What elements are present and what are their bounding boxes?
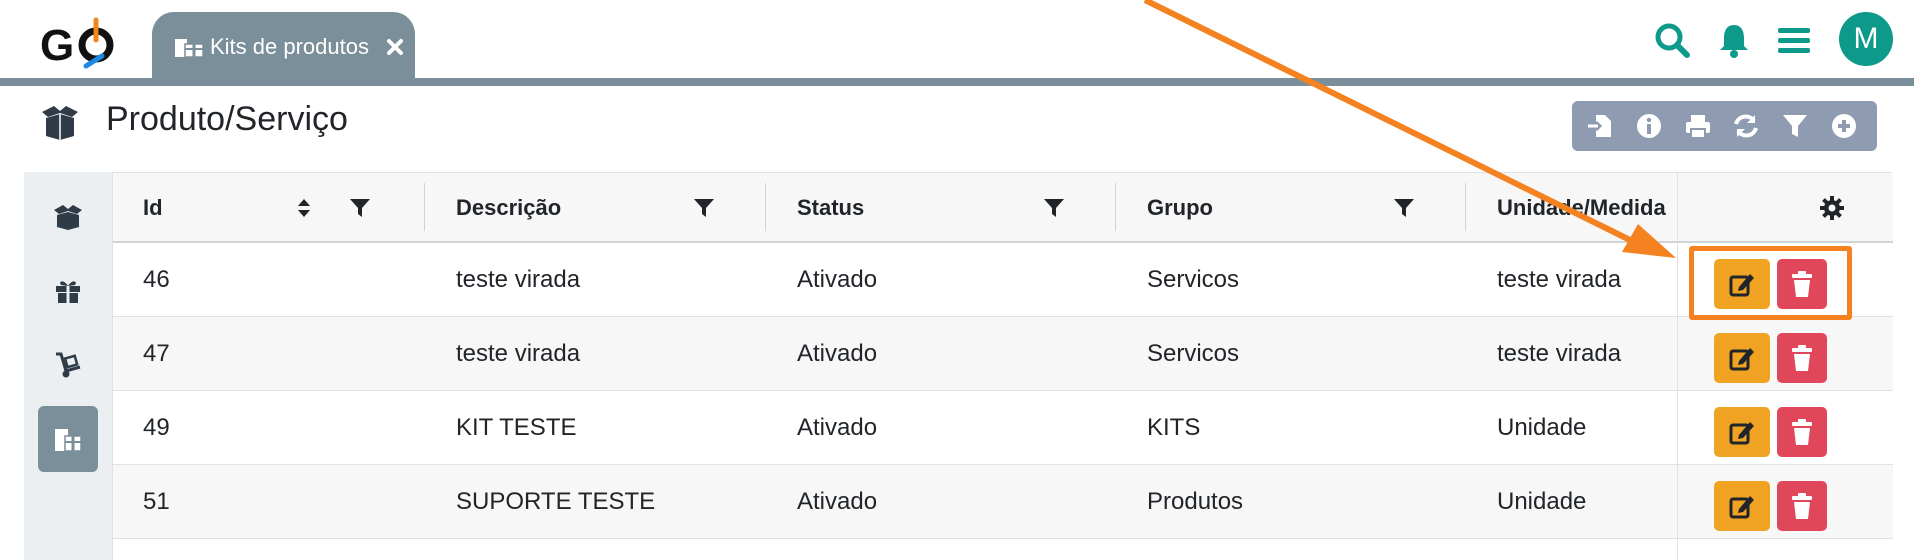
cell-status: Ativado (797, 487, 878, 515)
gift-icon (56, 281, 80, 303)
cell-status: Ativado (797, 339, 878, 367)
filter-icon[interactable] (1043, 197, 1065, 219)
header-divider (0, 78, 1914, 86)
sort-icon[interactable] (293, 197, 315, 219)
avatar[interactable]: M (1839, 12, 1893, 66)
products-table: Id Descrição Status Grupo Unidade/Medida… (112, 172, 1893, 560)
column-divider (765, 183, 766, 231)
delete-button[interactable] (1777, 481, 1827, 531)
sidebar (24, 172, 112, 560)
cell-status: Ativado (797, 265, 878, 293)
box-open-icon (54, 205, 82, 230)
bell-icon[interactable] (1714, 20, 1754, 60)
tab-kits-de-produtos[interactable]: Kits de produtos (152, 12, 415, 82)
trash-icon (1792, 493, 1812, 519)
cell-grupo: Servicos (1147, 265, 1240, 293)
sidebar-item-kits[interactable] (38, 406, 98, 472)
filter-icon[interactable] (1779, 109, 1811, 143)
column-header-descricao[interactable]: Descrição (456, 173, 561, 243)
column-divider (424, 183, 425, 231)
column-divider (1465, 183, 1466, 231)
cell-descricao: KIT TESTE (456, 413, 577, 441)
tab-label: Kits de produtos (210, 34, 369, 59)
column-divider (1115, 183, 1116, 231)
app-logo[interactable]: G (40, 16, 120, 70)
trash-icon (1792, 419, 1812, 445)
print-icon[interactable] (1682, 109, 1714, 143)
cell-descricao: teste virada (456, 339, 581, 367)
search-icon[interactable] (1652, 20, 1692, 60)
top-header: G Kits de produtos M (0, 0, 1914, 82)
dolly-icon (56, 352, 81, 378)
edit-icon (1729, 496, 1754, 519)
cell-unidade: Unidade (1497, 413, 1587, 441)
table-header: Id Descrição Status Grupo Unidade/Medida (113, 173, 1893, 243)
edit-icon (1729, 422, 1754, 445)
table-row[interactable]: 47 teste virada Ativado Servicos teste v… (113, 317, 1893, 391)
cell-unidade: teste virada (1497, 339, 1622, 367)
refresh-icon[interactable] (1730, 109, 1762, 143)
cell-id: 51 (143, 487, 170, 515)
cell-unidade: Unidade (1497, 487, 1587, 515)
annotation-highlight-box (1689, 246, 1852, 320)
add-icon[interactable] (1828, 109, 1860, 143)
actions-column-divider (1677, 173, 1678, 560)
info-icon[interactable] (1633, 109, 1665, 143)
column-header-status[interactable]: Status (797, 173, 864, 243)
cell-grupo: Produtos (1147, 487, 1244, 515)
box-open-icon (38, 102, 82, 142)
cell-id: 46 (143, 265, 170, 293)
cell-id: 47 (143, 339, 170, 367)
edit-button[interactable] (1714, 407, 1770, 457)
delete-button[interactable] (1777, 407, 1827, 457)
edit-button[interactable] (1714, 333, 1770, 383)
menu-icon[interactable] (1774, 20, 1814, 60)
gear-icon[interactable] (1819, 195, 1845, 221)
close-icon[interactable] (384, 36, 406, 58)
filter-icon[interactable] (1393, 197, 1415, 219)
filter-icon[interactable] (349, 197, 371, 219)
cell-grupo: KITS (1147, 413, 1201, 441)
edit-icon (1729, 348, 1754, 371)
filter-icon[interactable] (693, 197, 715, 219)
trash-icon (1792, 345, 1812, 371)
column-header-unidade[interactable]: Unidade/Medida (1497, 173, 1675, 243)
table-row[interactable]: 51 SUPORTE TESTE Ativado Produtos Unidad… (113, 465, 1893, 539)
cell-unidade: teste virada (1497, 265, 1622, 293)
edit-button[interactable] (1714, 481, 1770, 531)
cell-descricao: teste virada (456, 265, 581, 293)
column-header-id[interactable]: Id (143, 173, 163, 243)
table-row[interactable]: 49 KIT TESTE Ativado KITS Unidade (113, 391, 1893, 465)
cell-id: 49 (143, 413, 170, 441)
gifts-icon (174, 35, 204, 59)
column-header-grupo[interactable]: Grupo (1147, 173, 1213, 243)
sidebar-item-produtos[interactable] (38, 184, 98, 250)
page-title: Produto/Serviço (106, 100, 348, 138)
cell-status: Ativado (797, 413, 878, 441)
import-icon[interactable] (1584, 109, 1616, 143)
table-toolbar (1572, 101, 1877, 151)
delete-button[interactable] (1777, 333, 1827, 383)
table-row[interactable]: 46 teste virada Ativado Servicos teste v… (113, 243, 1893, 317)
svg-text:G: G (40, 21, 74, 70)
sidebar-item-presentes[interactable] (38, 258, 98, 324)
cell-descricao: SUPORTE TESTE (456, 487, 656, 515)
gifts-icon (55, 429, 82, 452)
sidebar-item-estoque[interactable] (38, 332, 98, 398)
cell-grupo: Servicos (1147, 339, 1240, 367)
